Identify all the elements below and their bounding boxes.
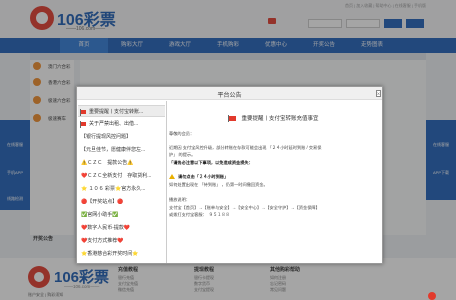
close-icon[interactable]: X	[376, 90, 381, 97]
announcement-item-label: 【元旦佳节，愿健康伴您左...	[81, 147, 146, 153]
announcement-item[interactable]: ❤️数字人民币-提款❤️	[78, 222, 165, 234]
announcement-item-label: 关于严禁出租、出借...	[89, 121, 139, 127]
modal-title: 平台公告	[217, 93, 242, 99]
back-to-top-icon[interactable]	[428, 292, 436, 300]
announcement-item[interactable]: ❤️支付方式推荐❤️	[78, 235, 165, 247]
detail-line: 播放说明：	[169, 197, 190, 202]
detail-line: 或拨打支付宝客服： ９５１８８	[169, 212, 230, 217]
detail-line: 近期因 支付宝风控升级，部分转账在存款可能会出现 「２４小时延时到账 / 交易保	[169, 145, 322, 150]
announcement-modal: 平台公告 X 重要提醒丨支付宝转账... 关于严禁出租、出借... 【银行提现风…	[76, 86, 383, 264]
list-divider	[166, 101, 167, 263]
announcement-item[interactable]: ❤️ＣＺＣ全新支付 存取货利...	[78, 170, 165, 182]
announcement-item-label: ❤️ＣＺＣ全新支付 存取货利...	[81, 173, 152, 179]
detail-warning-line: 请勿点击「２４小时到账」	[169, 174, 228, 179]
announcement-item[interactable]: 🔴【开奖站点】🔴	[78, 196, 165, 208]
detail-line: 护」 的提示。	[169, 152, 196, 157]
announcement-item[interactable]: 关于严禁出租、出借...	[78, 118, 165, 130]
detail-title-text: 重要提醒丨支付宝转账充值事宜	[241, 116, 319, 122]
announcement-detail: 重要提醒丨支付宝转账充值事宜 尊敬的会员： 近期因 支付宝风控升级，部分转账在存…	[169, 101, 379, 263]
modal-header: 平台公告 X	[77, 87, 382, 100]
flag-icon	[80, 108, 86, 116]
announcement-list: 重要提醒丨支付宝转账... 关于严禁出租、出借... 【银行提现风控问题】 【元…	[78, 101, 165, 263]
announcement-item-label: ⭐香港慈合彩开奖时间⭐	[81, 251, 139, 257]
detail-line: 尊敬的会员：	[169, 131, 195, 136]
announcement-item[interactable]: ⭐香港慈合彩开奖时间⭐	[78, 248, 165, 260]
announcement-item[interactable]: 重要提醒丨支付宝转账...	[78, 105, 165, 117]
announcement-item[interactable]: 【元旦佳节，愿健康伴您左...	[78, 144, 165, 156]
warning-icon	[169, 174, 175, 179]
announcement-item[interactable]: 【银行提现风控问题】	[78, 131, 165, 143]
flag-icon	[80, 120, 86, 128]
detail-title: 重要提醒丨支付宝转账充值事宜	[169, 114, 379, 123]
announcement-item-label: 重要提醒丨支付宝转账...	[89, 109, 144, 115]
announcement-item-label: ❤️数字人民币-提款❤️	[81, 225, 131, 231]
detail-line: 支付宝【首页】→【账单与安全】→【安全中心】→【安全守护】→【资金保障】	[169, 205, 320, 210]
announcement-item[interactable]: ⭐ １０６ 彩票⭐官方永久...	[78, 183, 165, 195]
announcement-item[interactable]: ✅官网小助手✅	[78, 209, 165, 221]
announcement-item-label: 【银行提现风控问题】	[81, 134, 132, 140]
detail-line: 如何处置出现在 「待到账」 ，仍第一时间撤回资金。	[169, 182, 268, 187]
announcement-item-label: ⭐ １０６ 彩票⭐官方永久...	[81, 186, 146, 192]
flag-icon	[228, 115, 237, 123]
detail-line: 「请务必注意以下事项，以免造成资金损失：	[169, 160, 253, 165]
announcement-item[interactable]: ⚠️ＣＺＣ 提款公告⚠️	[78, 157, 165, 169]
announcement-item-label: ✅官网小助手✅	[81, 212, 119, 218]
announcement-item-label: ⚠️ＣＺＣ 提款公告⚠️	[81, 160, 134, 166]
announcement-item-label: ❤️支付方式推荐❤️	[81, 238, 124, 244]
announcement-item-label: 🔴【开奖站点】🔴	[81, 199, 124, 205]
detail-warning-text: 请勿点击「２４小时到账」	[178, 174, 229, 179]
